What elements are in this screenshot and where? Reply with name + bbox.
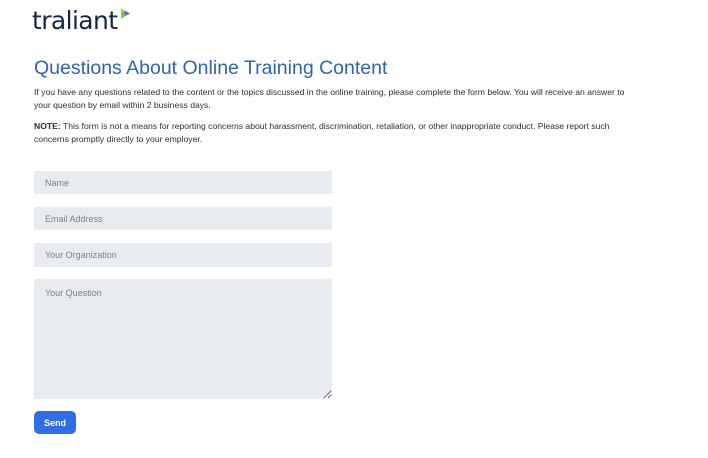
question-textarea[interactable] <box>34 279 332 399</box>
note-label: NOTE: <box>34 121 61 131</box>
logo-wordmark: traliant <box>32 6 118 35</box>
send-button[interactable]: Send <box>34 411 76 434</box>
note-body: This form is not a means for reporting c… <box>34 121 610 144</box>
contact-page: traliant Questions About Online Training… <box>0 0 708 458</box>
traliant-logo[interactable]: traliant <box>32 6 132 36</box>
play-logo-icon <box>121 8 131 19</box>
note-text: NOTE: This form is not a means for repor… <box>34 120 644 145</box>
name-input[interactable] <box>34 171 332 194</box>
email-input[interactable] <box>34 207 332 230</box>
intro-text: If you have any questions related to the… <box>34 87 625 110</box>
page-title: Questions About Online Training Content <box>34 57 388 79</box>
organization-input[interactable] <box>34 243 332 267</box>
